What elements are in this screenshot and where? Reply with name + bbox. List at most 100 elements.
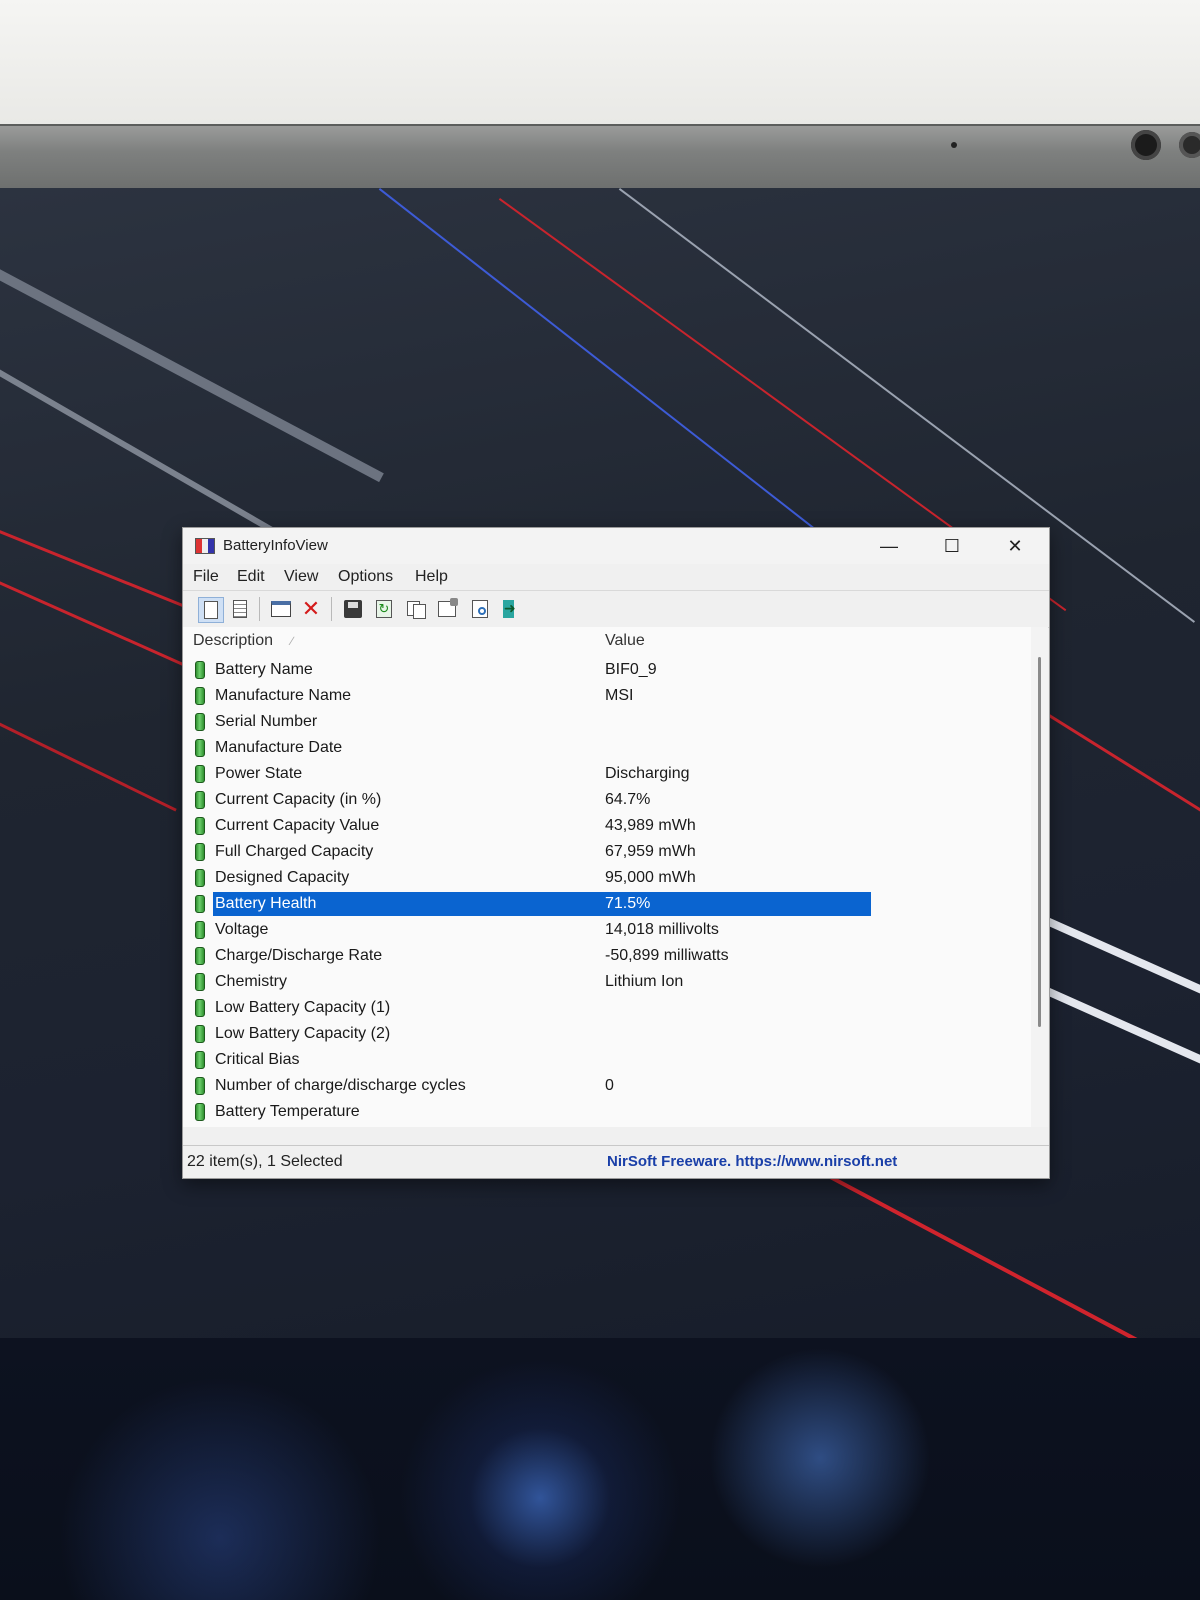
table-row[interactable]: Current Capacity Value 43,989 mWh	[183, 813, 1031, 839]
title-bar[interactable]: BatteryInfoView — ☐ ✕	[183, 528, 1049, 564]
menu-help[interactable]: Help	[415, 568, 448, 586]
row-value: -50,899 milliwatts	[605, 947, 729, 964]
window-icon[interactable]	[269, 597, 293, 621]
row-description: Battery Temperature	[215, 1103, 360, 1120]
table-row[interactable]: Serial Number	[183, 709, 1031, 735]
row-value	[599, 710, 871, 734]
menu-options[interactable]: Options	[338, 568, 393, 586]
row-value: 43,989 mWh	[605, 817, 696, 834]
exit-icon[interactable]	[498, 597, 522, 621]
vertical-scrollbar[interactable]	[1031, 627, 1048, 1127]
row-description: Critical Bias	[215, 1051, 300, 1068]
battery-info-list[interactable]: Description ∕ Value Battery Name BIF0_9 Man…	[183, 627, 1031, 1127]
battery-icon	[195, 791, 205, 809]
menu-view[interactable]: View	[284, 568, 318, 586]
table-row[interactable]: Voltage 14,018 millivolts	[183, 917, 1031, 943]
row-description: Charge/Discharge Rate	[215, 947, 383, 964]
menu-file[interactable]: File	[193, 568, 219, 586]
row-description: Voltage	[215, 921, 269, 938]
row-description: Chemistry	[215, 973, 288, 990]
row-description: Power State	[215, 765, 303, 782]
row-description: Battery Name	[215, 661, 313, 678]
row-description: Manufacture Date	[215, 739, 343, 756]
column-header-description[interactable]: Description ∕	[193, 627, 593, 655]
close-button[interactable]: ✕	[992, 532, 1038, 560]
app-window: BatteryInfoView — ☐ ✕ File Edit View Opt…	[182, 527, 1050, 1179]
row-value: 14,018 millivolts	[605, 921, 719, 938]
sort-indicator-icon: ∕	[291, 634, 294, 648]
table-row[interactable]: Number of charge/discharge cycles 0	[183, 1073, 1031, 1099]
row-value	[599, 1100, 871, 1124]
webcam-sensor	[1179, 132, 1200, 158]
scrollbar-thumb[interactable]	[1038, 657, 1041, 1027]
monitor-bezel	[0, 124, 1200, 190]
toolbar-separator	[331, 597, 332, 621]
wall-background	[0, 0, 1200, 124]
menu-edit[interactable]: Edit	[237, 568, 265, 586]
minimize-button[interactable]: —	[866, 532, 912, 560]
battery-icon	[195, 869, 205, 887]
battery-app-icon	[195, 538, 215, 554]
table-row[interactable]: Battery Name BIF0_9	[183, 657, 1031, 683]
page-lines-icon[interactable]	[228, 597, 252, 621]
row-description: Current Capacity Value	[215, 817, 380, 834]
row-value: 95,000 mWh	[605, 869, 696, 886]
find-icon[interactable]	[468, 597, 492, 621]
row-value: 67,959 mWh	[605, 843, 696, 860]
row-value: 0	[605, 1077, 614, 1094]
save-disk-icon[interactable]	[341, 597, 365, 621]
row-value	[599, 736, 871, 760]
table-row[interactable]: Battery Temperature	[183, 1099, 1031, 1125]
battery-icon	[195, 661, 205, 679]
table-row[interactable]: Critical Bias	[183, 1047, 1031, 1073]
table-row[interactable]: Current Capacity (in %) 64.7%	[183, 787, 1031, 813]
battery-icon	[195, 947, 205, 965]
nirsoft-link[interactable]: NirSoft Freeware. https://www.nirsoft.ne…	[607, 1153, 897, 1170]
column-header-value[interactable]: Value	[605, 627, 905, 655]
properties-icon[interactable]	[435, 597, 459, 621]
battery-icon	[195, 843, 205, 861]
row-value: BIF0_9	[605, 661, 657, 678]
row-description: Manufacture Name	[215, 687, 352, 704]
table-row[interactable]: Manufacture Name MSI	[183, 683, 1031, 709]
table-row[interactable]: Low Battery Capacity (2)	[183, 1021, 1031, 1047]
row-value: Discharging	[605, 765, 690, 782]
battery-icon	[195, 1025, 205, 1043]
battery-icon	[195, 973, 205, 991]
city-lights	[0, 1338, 1200, 1600]
row-value: 71.5%	[599, 892, 871, 916]
table-row[interactable]: Manufacture Date	[183, 735, 1031, 761]
battery-icon	[195, 1051, 205, 1069]
table-row[interactable]: Full Charged Capacity 67,959 mWh	[183, 839, 1031, 865]
battery-icon	[195, 739, 205, 757]
table-row[interactable]: Power State Discharging	[183, 761, 1031, 787]
battery-icon	[195, 999, 205, 1017]
row-value: Lithium Ion	[605, 973, 684, 990]
row-value	[599, 996, 871, 1020]
table-row[interactable]: Designed Capacity 95,000 mWh	[183, 865, 1031, 891]
row-description: Number of charge/discharge cycles	[215, 1077, 466, 1094]
row-value	[599, 1022, 871, 1046]
table-row[interactable]: Chemistry Lithium Ion	[183, 969, 1031, 995]
delete-icon[interactable]: ✕	[299, 597, 323, 621]
copy-icon[interactable]	[404, 597, 428, 621]
battery-icon	[195, 1077, 205, 1095]
battery-icon	[195, 687, 205, 705]
row-description: Low Battery Capacity (2)	[215, 1025, 391, 1042]
row-description: Current Capacity (in %)	[215, 791, 382, 808]
row-description: Full Charged Capacity	[215, 843, 374, 860]
battery-icon	[195, 817, 205, 835]
table-row[interactable]: Battery Health 71.5%	[183, 891, 1031, 917]
table-row[interactable]: Low Battery Capacity (1)	[183, 995, 1031, 1021]
battery-icon	[195, 765, 205, 783]
maximize-button[interactable]: ☐	[929, 532, 975, 560]
battery-icon	[195, 895, 205, 913]
refresh-icon[interactable]: ↻	[372, 597, 396, 621]
row-description: Designed Capacity	[215, 869, 350, 886]
menu-bar: File Edit View Options Help	[183, 564, 1049, 590]
webcam-indicator	[951, 142, 957, 148]
page-icon[interactable]	[198, 597, 224, 623]
table-row[interactable]: Charge/Discharge Rate -50,899 milliwatts	[183, 943, 1031, 969]
battery-icon	[195, 921, 205, 939]
battery-icon	[195, 1103, 205, 1121]
